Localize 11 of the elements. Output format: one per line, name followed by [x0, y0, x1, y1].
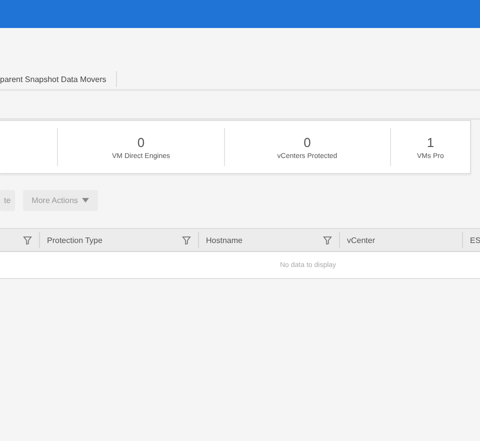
column-header[interactable]: vCenter [347, 236, 376, 244]
filter-icon[interactable] [182, 236, 191, 244]
column-header[interactable]: Hostname [206, 236, 242, 244]
tab[interactable]: parent Snapshot Data Movers [0, 71, 118, 87]
column-header[interactable]: Protection Type [47, 236, 102, 244]
stat-value: 1 [426, 134, 434, 150]
filter-icon[interactable] [23, 236, 32, 244]
stat-value: 0 [137, 134, 145, 150]
filter-icon[interactable] [323, 236, 332, 244]
stat-value: 0 [304, 134, 311, 150]
column-header[interactable]: ES [470, 236, 480, 244]
